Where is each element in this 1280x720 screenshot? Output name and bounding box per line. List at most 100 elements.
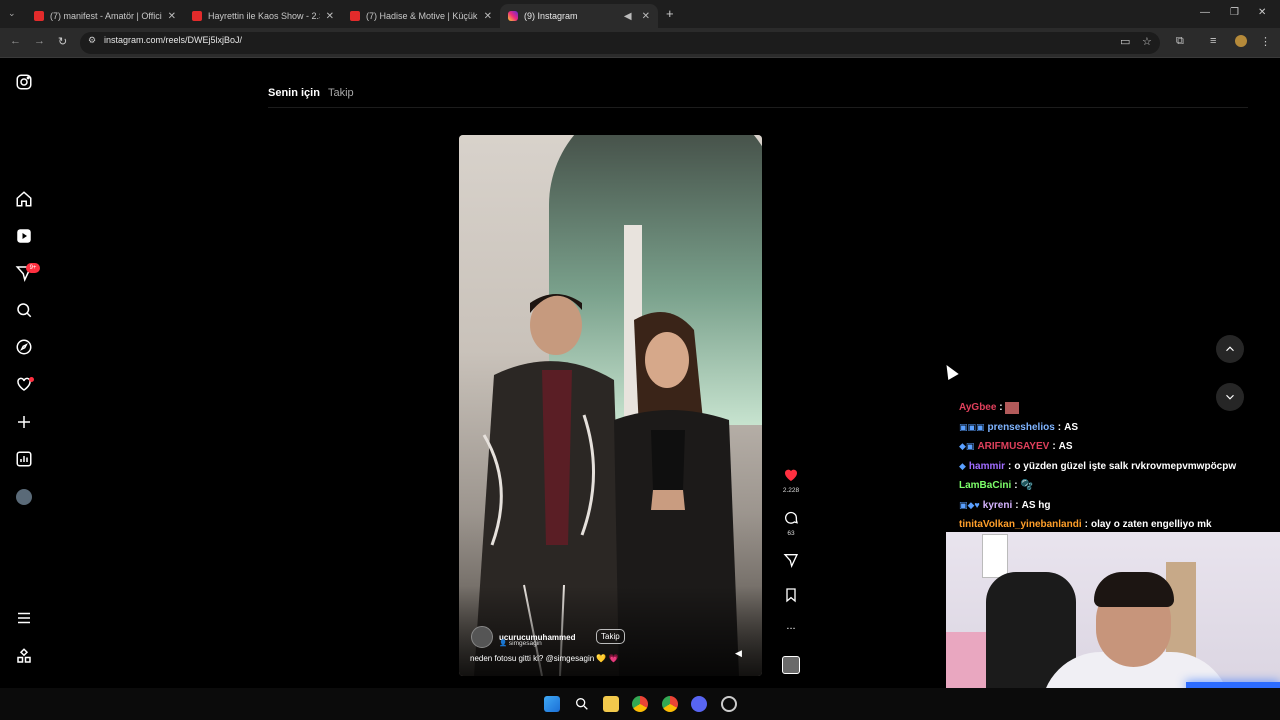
chat-text: olay o zaten engelliyo mk [1090,519,1212,531]
chat-text: 🫧 [1020,480,1034,492]
more-options-icon[interactable]: ... [782,620,800,632]
new-tab-button[interactable]: + [666,6,674,21]
windows-start-icon[interactable] [544,696,560,712]
chrome-active-icon[interactable] [662,696,678,712]
profile-avatar[interactable] [1235,35,1247,47]
heart-icon [785,469,797,481]
chat-username: tinitaVolkan_yinebanlandi [959,519,1082,531]
badge-icons: ◆ [959,460,966,471]
stream-chat: AyGbee : ▣▣▣ prenseshelios: AS ◆▣ ARIFMU… [959,398,1259,535]
dashboard-icon[interactable] [15,450,33,468]
menu-icon[interactable]: ⋮ [1260,35,1271,48]
chat-username: LamBaCini [959,480,1012,492]
tab-youtube-3[interactable]: (7) Hadise & Motive | Küçük Bi ✕ [342,4,500,28]
badge-icons: ▣▣▣ [959,421,985,432]
taskbar-search-icon[interactable] [574,696,590,712]
chat-text: o yüzden güzel işte salk rvkrovmepvmwpöc… [1014,460,1237,472]
tab-instagram[interactable]: (9) Instagram ◀ ✕ [500,4,658,28]
back-icon[interactable]: ← [10,35,21,47]
notification-dot [29,377,34,382]
profile-avatar-icon[interactable] [16,489,32,505]
wall-poster [982,534,1008,578]
bookmark-star-icon[interactable]: ☆ [1142,35,1152,48]
also-from-meta-icon[interactable] [15,647,33,665]
chrome-icon[interactable] [632,696,648,712]
chat-message: ◆▣ ARIFMUSAYEV: AS [959,441,1073,453]
site-info-icon[interactable]: ⚙ [88,35,96,46]
follow-button[interactable]: Takip [596,629,625,644]
speaker-icon[interactable]: ◀ [624,11,632,22]
save-button[interactable] [782,587,800,603]
badge-icons: ◆▣ [959,441,975,452]
tab-following[interactable]: Takip [328,87,354,99]
tab-youtube-1[interactable]: (7) manifest - Amatör | Official ✕ [26,4,184,28]
author-avatar[interactable] [471,626,493,648]
chat-username: hammir [968,460,1006,472]
chat-message: ▣▣▣ prenseshelios: AS [959,421,1079,433]
minimize-icon[interactable]: — [1200,7,1210,18]
chat-message: AyGbee : [959,398,1259,418]
tab-title: (9) Instagram [524,11,578,21]
forward-icon[interactable]: → [34,35,45,47]
chat-message: LamBaCini: 🫧 [959,480,1034,492]
more-menu-icon[interactable] [15,609,33,627]
comment-button[interactable]: 63 [782,510,800,537]
close-icon[interactable]: ✕ [326,11,334,22]
cast-icon[interactable]: ▭ [1120,35,1130,48]
like-count: 2.228 [782,487,800,494]
discord-icon[interactable] [691,696,707,712]
close-icon[interactable]: ✕ [168,11,176,22]
reels-icon[interactable] [15,227,33,245]
chat-message: ▣◆♥ kyreni: AS hg [959,499,1051,511]
maximize-icon[interactable]: ❐ [1230,7,1239,18]
audio-thumbnail[interactable] [782,656,800,674]
mute-icon[interactable]: ◀︎ [735,648,742,659]
reel-video[interactable]: ucurucumuhammed 👤 simgesagin Takip neden… [459,135,762,676]
like-button[interactable]: 2.228 [782,467,800,494]
close-icon[interactable]: ✕ [484,11,492,22]
tab-search-icon[interactable]: ⌄ [8,8,16,19]
chat-username: ARIFMUSAYEV [977,441,1050,453]
mouse-cursor [941,361,959,381]
share-button[interactable] [782,552,800,568]
collaborator-username[interactable]: 👤 simgesagin [499,639,542,647]
comment-icon [785,511,798,524]
settings-icon[interactable] [721,696,737,712]
streamer-hair [1094,572,1174,607]
browser-tab-bar: ⌄ (7) manifest - Amatör | Official ✕ Hay… [0,0,1280,28]
collaborator-name[interactable]: simgesagin [509,640,542,647]
file-explorer-icon[interactable] [603,696,619,712]
url-text[interactable]: instagram.com/reels/DWEj5lxjBoJ/ [104,35,242,45]
emote-icon [1005,401,1020,414]
create-plus-icon[interactable] [15,413,33,431]
reload-icon[interactable]: ↻ [58,35,67,48]
chat-message: ◆ hammir: o yüzden güzel işte salk rvkro… [959,460,1237,472]
chat-text: AS hg [1021,499,1051,511]
tab-youtube-2[interactable]: Hayrettin ile Kaos Show - 2.Sez ✕ [184,4,342,28]
comment-count: 63 [787,530,795,537]
instagram-icon [508,11,518,21]
reel-caption: neden fotosu gitti ki? @simgesagin 💛 💗 [470,654,619,663]
youtube-icon [192,11,202,21]
divider [268,107,1248,108]
chat-text: AS [1058,441,1073,453]
extensions-icon[interactable]: ⧉ [1176,35,1184,48]
share-icon [783,554,799,568]
close-window-icon[interactable]: ✕ [1258,7,1266,18]
notification-badge: 9+ [26,263,40,273]
tab-for-you[interactable]: Senin için [268,87,320,99]
chevron-up-icon [1226,346,1234,352]
explore-icon[interactable] [15,338,33,356]
badge-icons: ▣◆♥ [959,499,980,510]
close-icon[interactable]: ✕ [642,11,650,22]
search-icon[interactable] [15,301,33,319]
chat-text: AS [1064,421,1079,433]
chat-username: prenseshelios [987,421,1055,433]
instagram-logo-icon[interactable] [15,73,33,91]
tab-title: (7) Hadise & Motive | Küçük Bi [366,11,478,21]
media-icon[interactable]: ≡ [1210,35,1216,47]
chat-username: kyreni [982,499,1013,511]
chat-username: AyGbee [959,402,997,414]
previous-reel-button[interactable] [1216,335,1244,363]
home-icon[interactable] [15,190,33,208]
